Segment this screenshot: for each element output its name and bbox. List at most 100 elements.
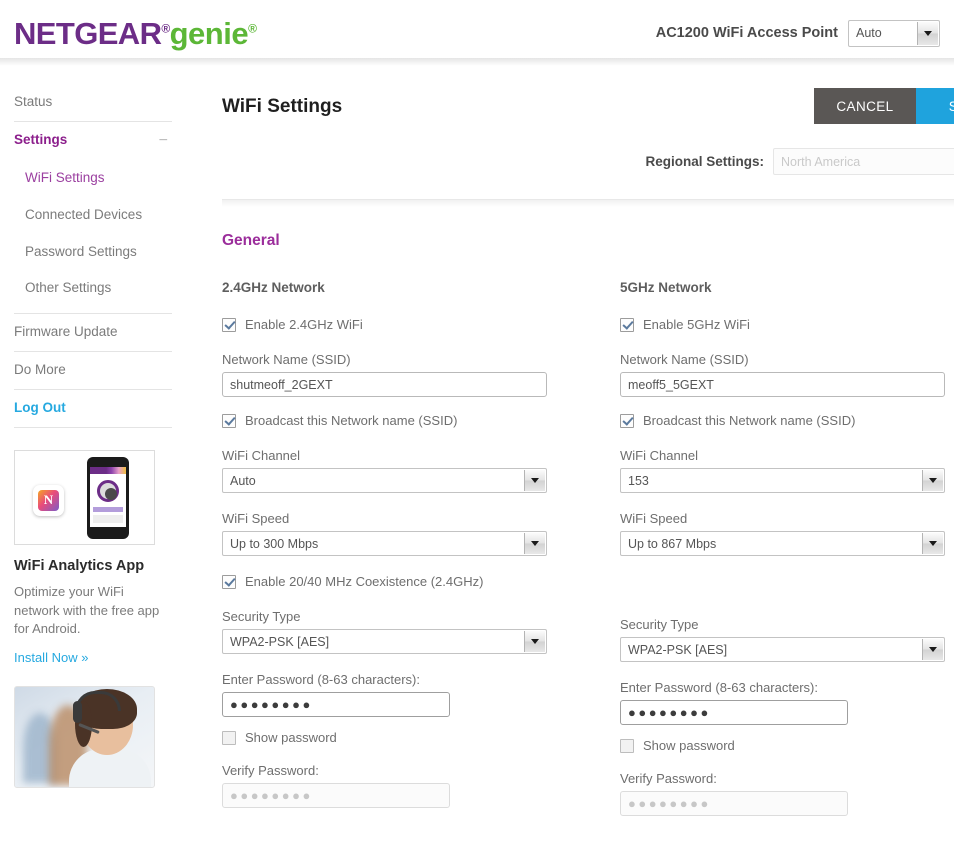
verify-password-input-5ghz[interactable]: ●●●●●●●●: [620, 791, 848, 816]
minus-icon[interactable]: −: [159, 132, 170, 149]
sidebar-item-connected-devices[interactable]: Connected Devices: [14, 197, 172, 234]
regional-settings-select: North America: [773, 148, 954, 175]
ssid-input-24ghz[interactable]: [222, 372, 547, 397]
ssid-input-5ghz[interactable]: [620, 372, 945, 397]
netgear-genie-logo: NETGEAR®genie®: [14, 15, 257, 51]
network-columns: 2.4GHz Network Enable 2.4GHz WiFi Networ…: [222, 280, 954, 829]
show-password-label-24ghz: Show password: [245, 730, 337, 745]
sidebar-item-label: Do More: [14, 362, 66, 378]
promo-title: WiFi Analytics App: [14, 557, 145, 574]
coexistence-row-24ghz[interactable]: Enable 20/40 MHz Coexistence (2.4GHz): [222, 574, 620, 589]
app-icon-letter: N: [38, 489, 59, 511]
network-column-5ghz: 5GHz Network Enable 5GHz WiFi Network Na…: [620, 280, 954, 829]
mode-select[interactable]: Auto: [848, 19, 940, 47]
channel-value-24ghz: Auto: [230, 473, 256, 488]
security-label-5ghz: Security Type: [620, 617, 699, 632]
security-value-5ghz: WPA2-PSK [AES]: [628, 642, 728, 657]
password-input-5ghz[interactable]: ●●●●●●●●: [620, 700, 848, 725]
chevron-down-icon[interactable]: [922, 533, 943, 554]
show-password-checkbox-5ghz[interactable]: [620, 738, 634, 753]
channel-value-5ghz: 153: [628, 473, 649, 488]
speed-label-5ghz: WiFi Speed: [620, 511, 688, 526]
broadcast-ssid-checkbox-24ghz[interactable]: [222, 413, 236, 428]
show-password-checkbox-24ghz[interactable]: [222, 730, 236, 745]
speed-value-5ghz: Up to 867 Mbps: [628, 536, 717, 551]
chevron-down-icon[interactable]: [922, 639, 943, 660]
show-password-row-5ghz[interactable]: Show password: [620, 738, 954, 753]
channel-select-5ghz[interactable]: 153: [620, 468, 945, 493]
header-right-group: AC1200 WiFi Access Point Auto: [656, 19, 940, 47]
channel-select-24ghz[interactable]: Auto: [222, 468, 547, 493]
sidebar: Status Settings − WiFi Settings Connecte…: [0, 66, 186, 866]
install-now-link[interactable]: Install Now »: [14, 650, 172, 665]
sidebar-item-do-more[interactable]: Do More: [14, 352, 172, 390]
promo-description: Optimize your WiFi network with the free…: [14, 583, 160, 637]
security-select-5ghz[interactable]: WPA2-PSK [AES]: [620, 637, 945, 662]
sidebar-item-label: Other Settings: [25, 280, 112, 296]
enable-5ghz-checkbox[interactable]: [620, 317, 634, 332]
speed-select-24ghz[interactable]: Up to 300 Mbps: [222, 531, 547, 556]
speed-select-5ghz[interactable]: Up to 867 Mbps: [620, 531, 945, 556]
network-column-24ghz: 2.4GHz Network Enable 2.4GHz WiFi Networ…: [222, 280, 620, 829]
verify-password-input-24ghz[interactable]: ●●●●●●●●: [222, 783, 450, 808]
broadcast-ssid-row-5ghz[interactable]: Broadcast this Network name (SSID): [620, 413, 954, 428]
promo-image: N: [14, 449, 155, 545]
sidebar-item-label: WiFi Settings: [25, 169, 105, 185]
sidebar-item-label: Connected Devices: [25, 206, 143, 222]
regional-settings-row: Regional Settings: North America: [222, 148, 954, 175]
phone-illustration: [87, 456, 129, 539]
app-header: NETGEAR®genie® AC1200 WiFi Access Point …: [0, 0, 954, 66]
logo-genie-text: genie: [169, 15, 249, 51]
sidebar-item-password-settings[interactable]: Password Settings: [14, 234, 172, 271]
sidebar-item-label: Password Settings: [25, 243, 137, 259]
verify-password-label-5ghz: Verify Password:: [620, 771, 717, 786]
sidebar-item-label: Log Out: [14, 399, 66, 415]
broadcast-ssid-checkbox-5ghz[interactable]: [620, 413, 634, 428]
column-title: 2.4GHz Network: [222, 280, 325, 295]
show-password-label-5ghz: Show password: [643, 738, 735, 753]
sidebar-item-other-settings[interactable]: Other Settings: [14, 270, 172, 307]
sidebar-item-wifi-settings[interactable]: WiFi Settings: [14, 160, 172, 197]
mode-select-value: Auto: [856, 26, 882, 40]
coexistence-label-24ghz: Enable 20/40 MHz Coexistence (2.4GHz): [245, 574, 484, 589]
regional-settings-label: Regional Settings:: [645, 154, 764, 169]
ssid-label-5ghz: Network Name (SSID): [620, 352, 749, 367]
save-button[interactable]: SAVE: [916, 88, 954, 124]
password-input-24ghz[interactable]: ●●●●●●●●: [222, 692, 450, 717]
sidebar-item-log-out[interactable]: Log Out: [14, 390, 172, 428]
wifi-analytics-promo[interactable]: N WiFi Analytics App Optimize your WiFi …: [14, 449, 172, 665]
enable-24ghz-row[interactable]: Enable 2.4GHz WiFi: [222, 317, 620, 332]
sidebar-item-firmware-update[interactable]: Firmware Update: [14, 314, 172, 353]
chevron-down-icon[interactable]: [524, 470, 545, 491]
title-row: WiFi Settings CANCEL SAVE: [222, 88, 954, 124]
verify-password-label-24ghz: Verify Password:: [222, 763, 319, 778]
security-value-24ghz: WPA2-PSK [AES]: [230, 634, 330, 649]
enable-5ghz-label: Enable 5GHz WiFi: [643, 317, 750, 332]
logo-genie-registered-mark: ®: [248, 21, 257, 36]
broadcast-ssid-label-24ghz: Broadcast this Network name (SSID): [245, 413, 458, 428]
page-body: Status Settings − WiFi Settings Connecte…: [0, 66, 954, 866]
show-password-row-24ghz[interactable]: Show password: [222, 730, 620, 745]
broadcast-ssid-row-24ghz[interactable]: Broadcast this Network name (SSID): [222, 413, 620, 428]
page-title: WiFi Settings: [222, 96, 343, 117]
regional-settings-value: North America: [781, 154, 861, 169]
sidebar-item-settings[interactable]: Settings −: [14, 122, 172, 160]
sidebar-item-label: Firmware Update: [14, 324, 118, 340]
chevron-down-icon[interactable]: [524, 533, 545, 554]
general-section-header: General −: [222, 232, 954, 250]
action-buttons: CANCEL SAVE: [814, 88, 954, 124]
speed-label-24ghz: WiFi Speed: [222, 511, 290, 526]
chevron-down-icon[interactable]: [922, 470, 943, 491]
chevron-down-icon[interactable]: [917, 21, 938, 45]
sidebar-item-label: Status: [14, 94, 53, 109]
security-label-24ghz: Security Type: [222, 609, 301, 624]
enable-5ghz-row[interactable]: Enable 5GHz WiFi: [620, 317, 954, 332]
cancel-button[interactable]: CANCEL: [814, 88, 916, 124]
security-select-24ghz[interactable]: WPA2-PSK [AES]: [222, 629, 547, 654]
enable-24ghz-checkbox[interactable]: [222, 317, 236, 332]
sidebar-item-status[interactable]: Status: [14, 84, 172, 122]
column-title: 5GHz Network: [620, 280, 712, 295]
app-icon: N: [33, 484, 64, 516]
chevron-down-icon[interactable]: [524, 631, 545, 652]
coexistence-checkbox-24ghz[interactable]: [222, 574, 236, 589]
